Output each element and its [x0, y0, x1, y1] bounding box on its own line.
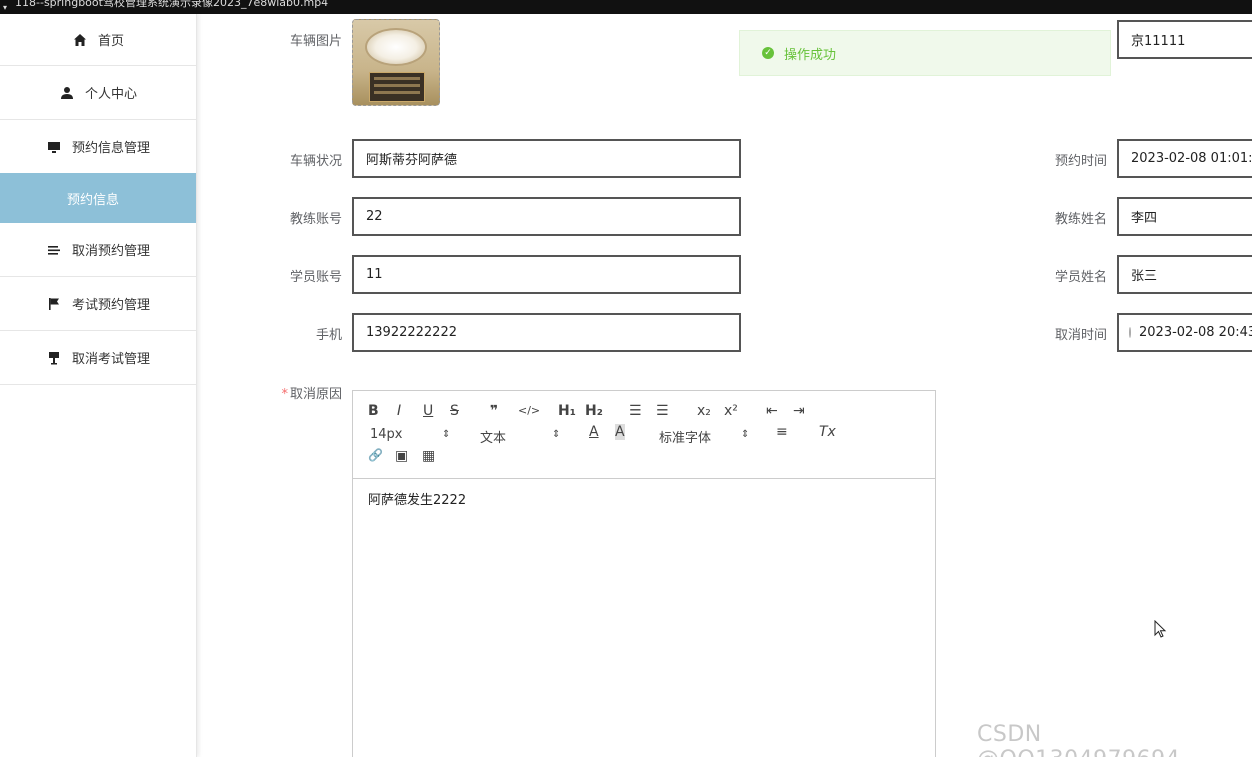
reserve-time-label: 预约时间: [1054, 154, 1107, 169]
sidebar: 首页 个人中心 预约信息管理 预约信息 取消预约管理 考试预约管理 取消考试管理: [0, 14, 197, 757]
sidebar-item-exam-reservation[interactable]: 考试预约管理: [0, 277, 196, 331]
italic-button[interactable]: I: [397, 403, 401, 419]
sidebar-item-label: 考试预约管理: [71, 298, 150, 313]
select-arrows-icon: ⇕: [552, 429, 561, 440]
sidebar-item-profile[interactable]: 个人中心: [0, 66, 196, 120]
sidebar-item-label: 预约信息管理: [71, 141, 150, 156]
sidebar-item-label: 取消考试管理: [71, 352, 150, 367]
required-mark: *: [281, 387, 288, 402]
student-name-field[interactable]: 张三: [1117, 255, 1252, 294]
podium-icon: [46, 350, 62, 366]
sidebar-item-home[interactable]: 首页: [0, 14, 196, 66]
font-family-select[interactable]: 标准字体 ⇕: [659, 427, 751, 446]
code-block-button[interactable]: </>: [518, 404, 540, 417]
coach-name-field[interactable]: 李四: [1117, 197, 1252, 236]
video-button[interactable]: ▦: [422, 448, 435, 464]
vehicle-status-label: 车辆状况: [289, 154, 342, 169]
window-title: 118--springboot驾校管理系统演示录像2023_7e8wlab0.m…: [15, 0, 329, 9]
font-color-button[interactable]: A: [589, 424, 599, 440]
list-icon: [46, 242, 62, 258]
sidebar-item-reservation-manage[interactable]: 预约信息管理: [0, 120, 196, 174]
toast-message: 操作成功: [784, 47, 837, 63]
ordered-list-button[interactable]: ☰: [629, 403, 642, 419]
superscript-button[interactable]: x²: [724, 403, 738, 419]
select-arrows-icon: ⇕: [741, 429, 750, 440]
subscript-button[interactable]: x₂: [697, 403, 711, 419]
student-account-field[interactable]: 11: [352, 255, 741, 294]
text-type-value: 文本: [480, 431, 507, 446]
cancel-reason-label: * 取消原因: [252, 383, 342, 402]
sidebar-item-cancel-reservation[interactable]: 取消预约管理: [0, 223, 196, 277]
link-button[interactable]: 🔗: [368, 448, 383, 462]
home-icon: [72, 32, 88, 48]
text-type-select[interactable]: 文本 ⇕: [480, 427, 562, 446]
background-color-button[interactable]: A: [615, 424, 625, 440]
cancel-time-label: 取消时间: [1054, 328, 1107, 343]
rich-text-editor: B I U S ❞ </> H₁ H₂ ☰ ☰ x₂ x² ⇤ ⇥ 14px ⇕…: [352, 390, 936, 757]
align-button[interactable]: ≡: [776, 424, 788, 440]
caret-icon: ▾: [3, 3, 8, 12]
coach-name-label: 教练姓名: [1054, 212, 1107, 227]
watermark: CSDN @QQ1304979694: [977, 722, 1180, 757]
lamp-image-shape: [365, 28, 427, 66]
phone-label: 手机: [315, 328, 342, 343]
student-name-label: 学员姓名: [1054, 270, 1107, 285]
product-card-shape: [369, 72, 425, 102]
header1-button[interactable]: H₁: [558, 403, 576, 419]
flag-icon: [46, 296, 62, 312]
sidebar-item-label: 首页: [97, 34, 124, 49]
sidebar-item-label: 取消预约管理: [71, 244, 150, 259]
underline-button[interactable]: U: [423, 403, 433, 419]
image-button[interactable]: ▣: [395, 448, 408, 464]
cancel-reason-text: 取消原因: [289, 387, 342, 402]
cancel-time-value: 2023-02-08 20:43: [1139, 325, 1252, 340]
select-arrows-icon: ⇕: [442, 429, 451, 440]
font-size-select[interactable]: 14px ⇕: [370, 427, 452, 442]
font-size-value: 14px: [370, 427, 403, 442]
blockquote-button[interactable]: ❞: [490, 403, 498, 419]
vehicle-image-label: 车辆图片: [289, 34, 342, 49]
user-icon: [59, 85, 75, 101]
reserve-time-field[interactable]: 2023-02-08 01:01:02: [1117, 139, 1252, 178]
sidebar-subitem-reservation-info[interactable]: 预约信息: [0, 173, 196, 223]
window-title-bar: ▾ 118--springboot驾校管理系统演示录像2023_7e8wlab0.…: [0, 0, 1252, 14]
coach-account-field[interactable]: 22: [352, 197, 741, 236]
coach-account-label: 教练账号: [289, 212, 342, 227]
editor-toolbar: B I U S ❞ </> H₁ H₂ ☰ ☰ x₂ x² ⇤ ⇥ 14px ⇕…: [353, 391, 935, 479]
cancel-time-field[interactable]: 2023-02-08 20:43: [1117, 313, 1252, 352]
vehicle-status-field[interactable]: 阿斯蒂芬阿萨德: [352, 139, 741, 178]
check-icon: ✓: [762, 47, 774, 59]
success-toast: ✓ 操作成功: [739, 30, 1111, 76]
mouse-cursor-icon: [1154, 619, 1168, 644]
header2-button[interactable]: H₂: [585, 403, 603, 419]
student-account-label: 学员账号: [289, 270, 342, 285]
sidebar-item-cancel-exam[interactable]: 取消考试管理: [0, 331, 196, 385]
vehicle-image[interactable]: [352, 19, 440, 106]
plate-field[interactable]: 京11111: [1117, 20, 1252, 59]
outdent-button[interactable]: ⇤: [766, 403, 778, 419]
sidebar-item-label: 个人中心: [84, 87, 137, 102]
editor-content[interactable]: 阿萨德发生2222: [353, 479, 935, 518]
indent-button[interactable]: ⇥: [793, 403, 805, 419]
font-family-value: 标准字体: [659, 431, 712, 446]
phone-field[interactable]: 13922222222: [352, 313, 741, 352]
clean-format-button[interactable]: Tx: [819, 424, 836, 440]
sidebar-subitem-label: 预约信息: [66, 192, 119, 208]
bullet-list-button[interactable]: ☰: [656, 403, 669, 419]
bold-button[interactable]: B: [368, 403, 379, 419]
strike-button[interactable]: S: [450, 403, 459, 419]
monitor-icon: [46, 139, 62, 155]
clock-icon: [1129, 327, 1131, 338]
